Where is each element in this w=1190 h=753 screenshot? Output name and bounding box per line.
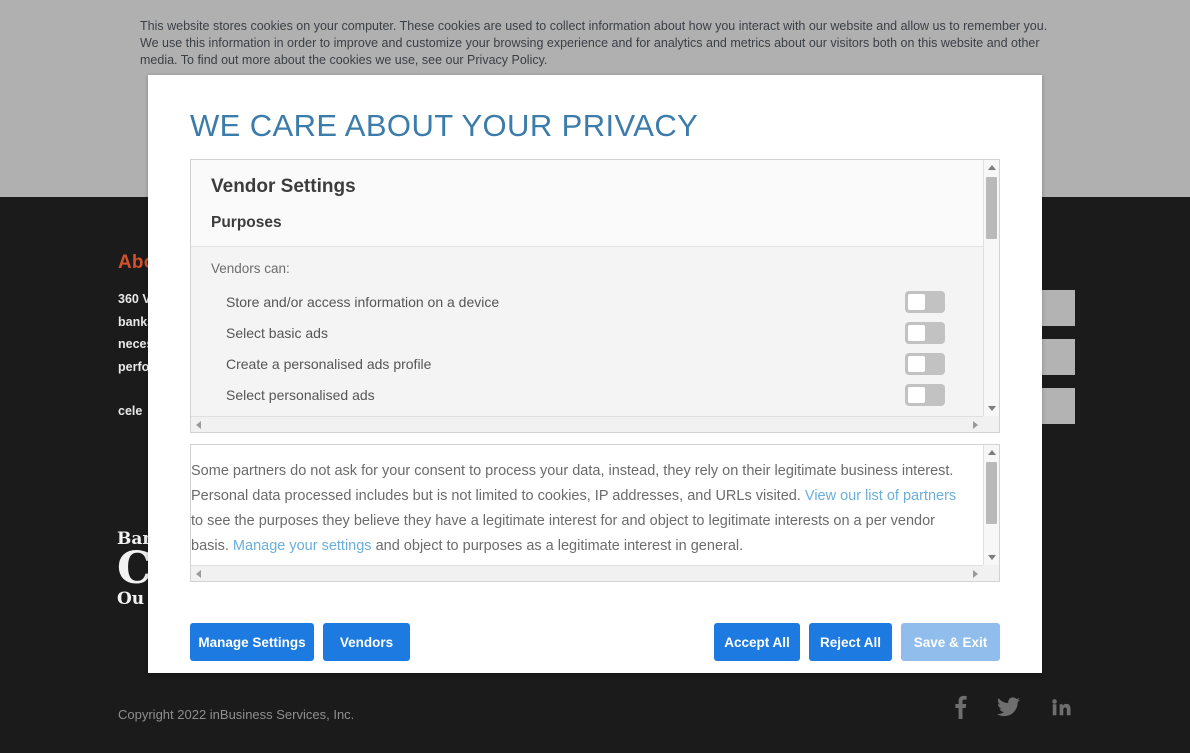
- vendor-settings-heading: Vendor Settings: [191, 160, 983, 198]
- purpose-toggle[interactable]: [905, 352, 945, 375]
- purpose-toggle[interactable]: [905, 290, 945, 313]
- accept-all-button[interactable]: Accept All: [714, 623, 800, 661]
- purpose-row: Create a personalised ads profile: [191, 348, 983, 379]
- save-and-exit-button[interactable]: Save & Exit: [901, 623, 1000, 661]
- vendors-button[interactable]: Vendors: [323, 623, 410, 661]
- toggle-knob: [908, 386, 925, 403]
- purpose-toggle[interactable]: [905, 383, 945, 406]
- legitimate-interest-horizontal-scrollbar[interactable]: [191, 565, 983, 581]
- modal-button-row: Manage Settings Vendors Accept All Rejec…: [190, 623, 1000, 663]
- scroll-left-arrow-icon[interactable]: [191, 566, 206, 581]
- purpose-label: Create a personalised ads profile: [226, 355, 432, 372]
- scroll-down-arrow-icon[interactable]: [984, 550, 999, 565]
- vendor-settings-panel: Vendor Settings Purposes Vendors can: St…: [190, 159, 1000, 433]
- purposes-list: Store and/or access information on a dev…: [191, 286, 983, 410]
- scroll-down-arrow-icon[interactable]: [984, 401, 999, 416]
- toggle-knob: [908, 355, 925, 372]
- toggle-knob: [908, 324, 925, 341]
- purpose-row: Store and/or access information on a dev…: [191, 286, 983, 317]
- scroll-left-arrow-icon[interactable]: [191, 417, 206, 432]
- linkedin-icon[interactable]: [1050, 696, 1072, 718]
- purpose-label: Select personalised ads: [226, 386, 375, 403]
- scroll-up-arrow-icon[interactable]: [984, 160, 999, 175]
- legitimate-interest-scroll-content: Some partners do not ask for your consen…: [191, 445, 983, 565]
- toggle-knob: [908, 293, 925, 310]
- legitimate-interest-vertical-scrollbar[interactable]: [983, 445, 999, 565]
- twitter-icon[interactable]: [997, 697, 1020, 717]
- vendors-can-label: Vendors can:: [211, 261, 290, 276]
- vendor-settings-horizontal-scrollbar[interactable]: [191, 416, 983, 432]
- vendor-settings-scroll-content: Vendor Settings Purposes Vendors can: St…: [191, 160, 983, 416]
- purpose-label: Store and/or access information on a dev…: [226, 293, 500, 310]
- privacy-modal: WE CARE ABOUT YOUR PRIVACY Vendor Settin…: [148, 75, 1042, 673]
- scrollbar-thumb[interactable]: [986, 462, 997, 524]
- scroll-right-arrow-icon[interactable]: [968, 417, 983, 432]
- manage-settings-button[interactable]: Manage Settings: [190, 623, 314, 661]
- legitimate-interest-text: Some partners do not ask for your consen…: [191, 445, 983, 559]
- page-root: This website stores cookies on your comp…: [0, 0, 1190, 753]
- purpose-toggle[interactable]: [905, 321, 945, 344]
- purpose-row: Select personalised ads: [191, 379, 983, 410]
- purpose-label: Select basic ads: [226, 324, 328, 341]
- cookie-banner-text: This website stores cookies on your comp…: [140, 19, 1048, 67]
- scrollbar-corner: [983, 565, 999, 581]
- view-partners-link[interactable]: View our list of partners: [805, 488, 956, 504]
- manage-settings-link[interactable]: Manage your settings: [233, 538, 372, 554]
- modal-title: WE CARE ABOUT YOUR PRIVACY: [190, 108, 699, 143]
- reject-all-button[interactable]: Reject All: [809, 623, 892, 661]
- scrollbar-thumb[interactable]: [986, 177, 997, 239]
- purposes-subheading: Purposes: [191, 198, 983, 247]
- vendor-settings-vertical-scrollbar[interactable]: [983, 160, 999, 416]
- purpose-row: Select basic ads: [191, 317, 983, 348]
- copyright-text: Copyright 2022 inBusiness Services, Inc.: [118, 707, 355, 722]
- legitimate-interest-panel: Some partners do not ask for your consen…: [190, 444, 1000, 582]
- scroll-right-arrow-icon[interactable]: [968, 566, 983, 581]
- li-text-part-3: and object to purposes as a legitimate i…: [371, 538, 744, 554]
- social-links: [954, 695, 1072, 719]
- scrollbar-corner: [983, 416, 999, 432]
- scroll-up-arrow-icon[interactable]: [984, 445, 999, 460]
- facebook-icon[interactable]: [954, 695, 967, 719]
